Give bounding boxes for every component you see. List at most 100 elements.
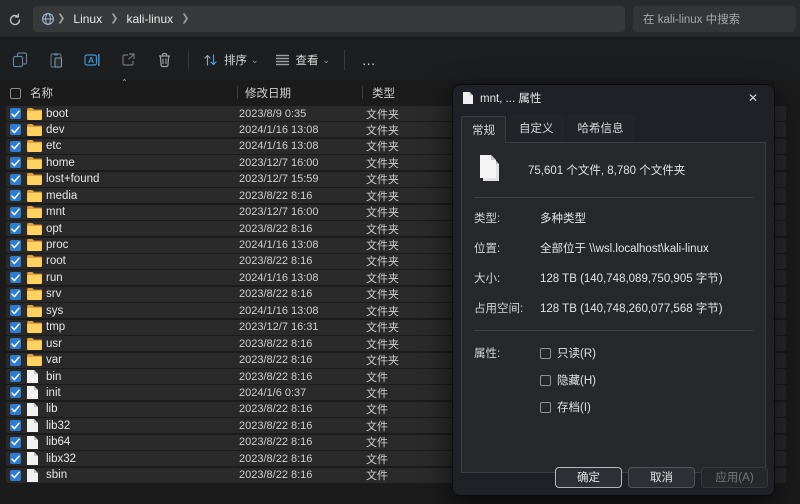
row-checkbox-checked[interactable]	[10, 288, 21, 300]
detail-label-type: 类型:	[474, 213, 501, 225]
command-toolbar: A 排序 ⌄ 查看 ⌄ …	[0, 39, 800, 80]
sort-label: 排序	[224, 54, 247, 67]
file-icon	[27, 402, 42, 416]
row-checkbox-checked[interactable]	[10, 108, 21, 119]
divider	[474, 330, 753, 331]
row-checkbox-checked[interactable]	[10, 436, 21, 448]
rename-icon: A	[83, 52, 101, 68]
multiple-files-icon	[478, 155, 504, 185]
column-header-name[interactable]: 名称	[30, 85, 53, 101]
row-checkbox-checked[interactable]	[10, 173, 21, 185]
apply-button[interactable]: 应用(A)	[701, 466, 768, 488]
select-all-checkbox[interactable]	[10, 87, 21, 99]
folder-icon	[27, 288, 42, 301]
file-date-modified: 2023/8/22 8:16	[239, 255, 313, 268]
detail-label-location: 位置:	[474, 243, 501, 255]
row-checkbox-checked[interactable]	[10, 453, 21, 465]
view-button[interactable]: 查看 ⌄	[270, 45, 336, 75]
search-box[interactable]: 在 kali-linux 中搜索	[633, 6, 796, 32]
sort-button[interactable]: 排序 ⌄	[198, 45, 264, 75]
folder-icon	[27, 173, 42, 186]
address-bar[interactable]: ❯ Linux ❯ kali-linux ❯	[33, 6, 625, 32]
row-checkbox-checked[interactable]	[10, 124, 21, 136]
copy-button[interactable]	[5, 45, 35, 75]
dialog-titlebar[interactable]: mnt, ... 属性 ✕	[453, 85, 774, 111]
row-checkbox-checked[interactable]	[10, 403, 21, 415]
file-date-modified: 2024/1/6 0:37	[239, 386, 307, 399]
file-date-modified: 2023/8/22 8:16	[239, 189, 313, 202]
row-checkbox-checked[interactable]	[10, 354, 21, 366]
toolbar-separator	[188, 49, 189, 70]
delete-button[interactable]	[149, 45, 179, 75]
folder-icon	[27, 206, 42, 219]
breadcrumb-chevron-icon: ❯	[181, 12, 190, 24]
file-name: tmp	[46, 321, 66, 334]
paste-button[interactable]	[41, 45, 71, 75]
file-date-modified: 2023/8/22 8:16	[239, 370, 313, 383]
row-checkbox-checked[interactable]	[10, 371, 21, 382]
row-checkbox-checked[interactable]	[10, 420, 21, 432]
file-date-modified: 2023/8/22 8:16	[239, 222, 313, 235]
row-checkbox-checked[interactable]	[10, 305, 21, 317]
detail-value-size: 128 TB (140,748,089,750,905 字节)	[540, 273, 723, 285]
more-options-button[interactable]: …	[354, 45, 384, 75]
cancel-button[interactable]: 取消	[628, 466, 695, 488]
sort-ascending-icon: ⌃	[121, 78, 128, 87]
checkbox-archive[interactable]: 存档(I)	[540, 399, 596, 415]
detail-value-size-on-disk: 128 TB (140,748,260,077,568 字节)	[540, 303, 723, 315]
row-checkbox-checked[interactable]	[10, 223, 21, 235]
file-name: run	[46, 271, 63, 284]
chevron-down-icon: ⌄	[322, 55, 331, 65]
dialog-footer: 确定 取消 应用(A)	[453, 459, 774, 495]
ok-button[interactable]: 确定	[555, 466, 622, 488]
tab-hash-info[interactable]: 哈希信息	[566, 115, 635, 142]
column-divider[interactable]	[237, 86, 238, 99]
column-header-date[interactable]: 修改日期	[245, 85, 291, 101]
row-checkbox-checked[interactable]	[10, 321, 21, 333]
file-name: bin	[46, 370, 62, 383]
document-icon	[463, 92, 473, 104]
share-button[interactable]	[113, 45, 143, 75]
row-checkbox-checked[interactable]	[10, 190, 21, 202]
row-checkbox-checked[interactable]	[10, 255, 21, 267]
tab-general[interactable]: 常规	[461, 116, 506, 143]
file-date-modified: 2024/1/16 13:08	[239, 271, 319, 284]
breadcrumb-linux[interactable]: Linux	[67, 12, 108, 26]
svg-text:A: A	[88, 55, 94, 65]
chevron-down-icon: ⌄	[251, 55, 259, 65]
row-checkbox-checked[interactable]	[10, 206, 21, 218]
checkbox-readonly[interactable]: 只读(R)	[540, 345, 596, 361]
close-button[interactable]: ✕	[742, 89, 764, 107]
file-date-modified: 2023/8/22 8:16	[239, 469, 313, 482]
rename-button[interactable]: A	[77, 45, 107, 75]
row-checkbox-checked[interactable]	[10, 140, 21, 152]
checkbox-hidden[interactable]: 隐藏(H)	[540, 372, 596, 388]
file-icon	[27, 435, 42, 449]
row-checkbox-checked[interactable]	[10, 387, 21, 399]
refresh-button[interactable]	[4, 9, 26, 31]
row-checkbox-checked[interactable]	[10, 239, 21, 251]
file-name: srv	[46, 288, 62, 301]
file-date-modified: 2023/12/7 16:00	[239, 206, 319, 219]
file-icon	[27, 468, 42, 482]
folder-icon	[27, 222, 42, 235]
delete-icon	[157, 52, 172, 68]
column-divider[interactable]	[362, 86, 363, 99]
paste-icon	[48, 52, 64, 68]
checkbox-icon	[540, 347, 551, 359]
row-checkbox-checked[interactable]	[10, 338, 21, 350]
row-checkbox-checked[interactable]	[10, 157, 21, 169]
file-name: lib32	[46, 419, 71, 432]
tab-customize[interactable]: 自定义	[508, 115, 565, 142]
breadcrumb-kali-linux[interactable]: kali-linux	[120, 12, 179, 26]
column-header-type[interactable]: 类型	[372, 85, 395, 101]
toolbar-separator	[344, 49, 346, 70]
folder-icon	[27, 156, 42, 169]
row-checkbox-checked[interactable]	[10, 469, 21, 481]
row-checkbox-checked[interactable]	[10, 272, 21, 284]
attributes-label: 属性:	[474, 348, 501, 360]
checkbox-hidden-label: 隐藏(H)	[557, 375, 596, 387]
file-icon	[27, 452, 42, 466]
folder-icon	[27, 354, 42, 367]
selection-summary: 75,601 个文件, 8,780 个文件夹	[528, 165, 686, 177]
